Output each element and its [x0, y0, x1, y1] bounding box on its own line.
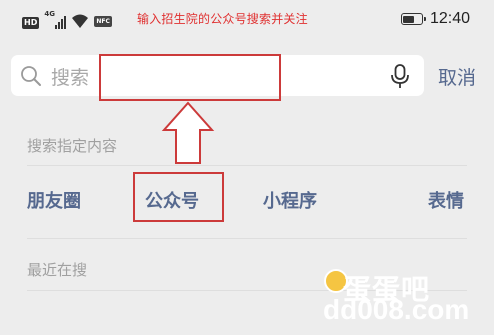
status-icons-left: HD 4G NFC	[22, 10, 112, 29]
status-bar: HD 4G NFC 输入招生院的公众号搜索并关注 12:40	[0, 0, 494, 44]
nfc-icon: NFC	[94, 16, 112, 27]
network-type-label: 4G	[44, 10, 55, 18]
cancel-button[interactable]: 取消	[438, 63, 476, 90]
category-stickers[interactable]: 表情	[428, 187, 464, 213]
divider	[27, 165, 467, 166]
search-icon	[21, 66, 41, 86]
clock: 12:40	[429, 10, 470, 27]
search-input-highlight	[99, 54, 281, 101]
status-icons-right: 12:40	[400, 10, 470, 28]
battery-fill	[403, 15, 415, 23]
divider	[27, 238, 467, 239]
wifi-icon	[72, 14, 89, 28]
up-arrow-annotation	[161, 101, 215, 164]
section-title-specific: 搜索指定内容	[27, 137, 118, 155]
hd-badge: HD	[22, 17, 40, 29]
microphone-icon[interactable]	[389, 63, 411, 89]
search-input[interactable]: 搜索	[51, 63, 89, 90]
signal-icon: 4G	[44, 10, 67, 29]
battery-icon	[400, 13, 426, 25]
instruction-annotation: 输入招生院的公众号搜索并关注	[137, 12, 308, 26]
official-accounts-highlight	[133, 172, 224, 222]
watermark-url: dd008.com	[323, 294, 470, 325]
recent-searches-title: 最近在搜	[27, 261, 88, 279]
category-mini-programs[interactable]: 小程序	[263, 187, 317, 213]
category-moments[interactable]: 朋友圈	[27, 187, 81, 213]
